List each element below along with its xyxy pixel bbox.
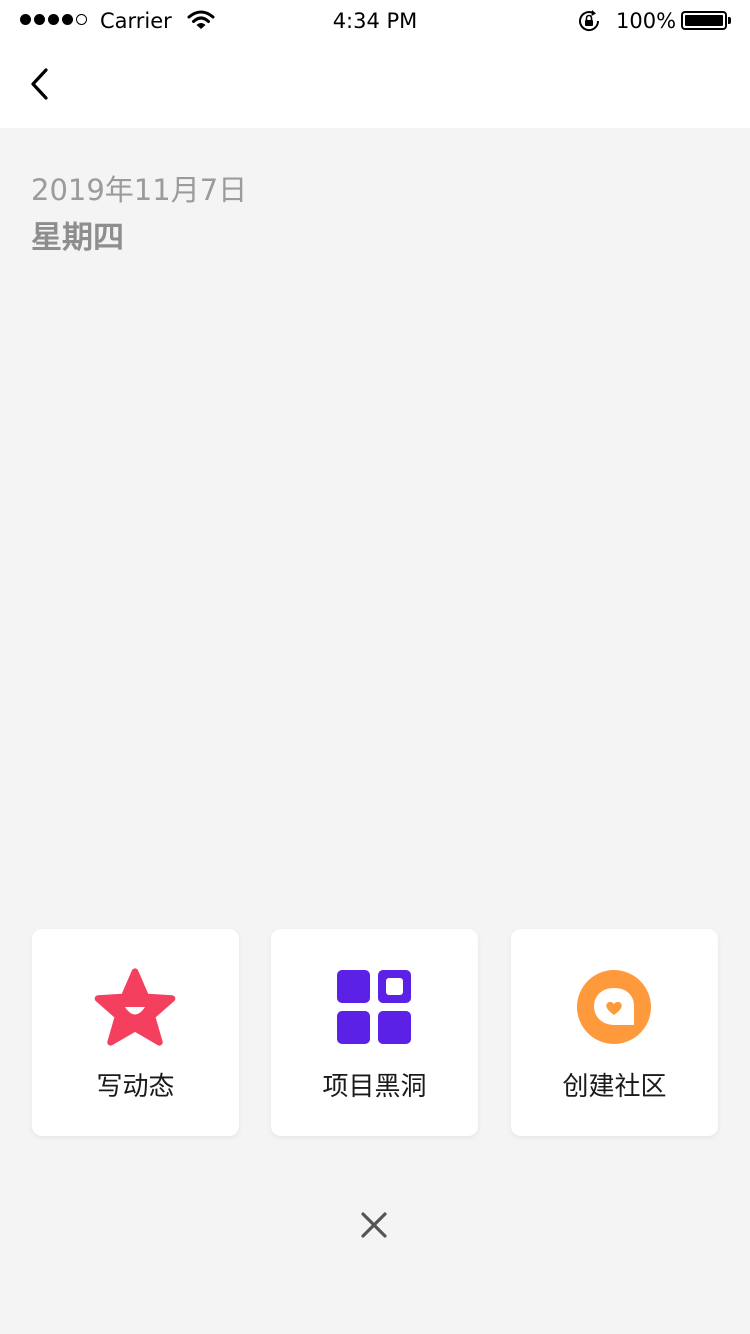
- card-label: 项目黑洞: [322, 1072, 427, 1102]
- chat-heart-icon: [572, 965, 656, 1049]
- status-bar: Carrier 4:34 PM 100%: [0, 0, 750, 40]
- weekday-text: 星期四: [31, 220, 124, 256]
- back-button[interactable]: [18, 60, 62, 108]
- close-button[interactable]: [350, 1201, 398, 1249]
- chevron-left-icon: [31, 68, 48, 100]
- card-label: 创建社区: [562, 1072, 667, 1102]
- write-post-card[interactable]: 写动态: [32, 929, 239, 1136]
- battery-fill: [685, 15, 723, 26]
- star-face-icon: [93, 965, 177, 1049]
- nav-bar: [0, 40, 750, 128]
- project-blackhole-card[interactable]: 项目黑洞: [271, 929, 478, 1136]
- battery-cap: [728, 17, 731, 24]
- card-label: 写动态: [96, 1072, 175, 1102]
- date-text: 2019年11月7日: [31, 173, 248, 207]
- rotation-lock-icon: [577, 9, 601, 37]
- battery-icon: [681, 11, 731, 30]
- create-community-card[interactable]: 创建社区: [511, 929, 718, 1136]
- grid-icon: [332, 965, 416, 1049]
- close-icon: [361, 1212, 387, 1238]
- battery-percent: 100%: [616, 9, 677, 33]
